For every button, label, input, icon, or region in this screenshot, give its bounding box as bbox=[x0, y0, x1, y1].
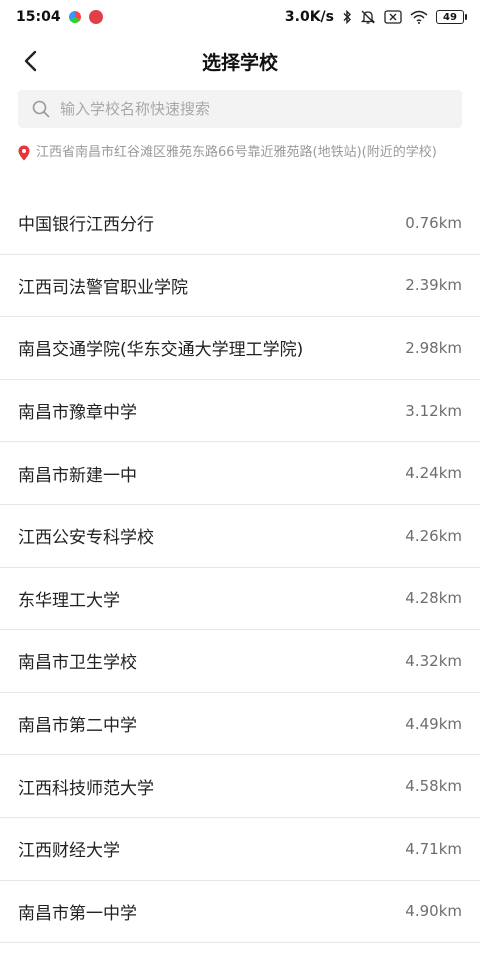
battery-indicator: 49 bbox=[436, 10, 467, 24]
status-time: 15:04 bbox=[16, 9, 61, 25]
school-name: 南昌交通学院(华东交通大学理工学院) bbox=[18, 340, 304, 361]
school-name: 江西财经大学 bbox=[18, 841, 120, 862]
school-name: 江西公安专科学校 bbox=[18, 528, 154, 549]
school-distance: 4.58km bbox=[405, 777, 462, 796]
school-distance: 0.76km bbox=[405, 213, 462, 232]
school-name: 东华理工大学 bbox=[18, 590, 120, 611]
app-notification-icon bbox=[68, 11, 81, 23]
status-right: 3.0K/s 49 bbox=[284, 9, 467, 25]
school-list-item[interactable]: 南昌市卫生学校 4.32km bbox=[0, 630, 480, 693]
sim-off-icon bbox=[384, 9, 402, 25]
school-distance: 4.71km bbox=[405, 839, 462, 858]
school-distance: 4.49km bbox=[405, 714, 462, 733]
page-header: 选择学校 bbox=[0, 34, 480, 88]
wifi-icon bbox=[410, 9, 428, 25]
mute-bell-icon bbox=[360, 9, 376, 25]
school-name: 南昌市新建一中 bbox=[18, 465, 137, 486]
school-distance: 4.26km bbox=[405, 526, 462, 545]
school-name: 南昌市豫章中学 bbox=[18, 403, 137, 424]
school-list-item[interactable]: 南昌市豫章中学 3.12km bbox=[0, 380, 480, 443]
school-distance: 4.90km bbox=[405, 902, 462, 921]
school-distance: 3.12km bbox=[405, 401, 462, 420]
search-bar[interactable] bbox=[18, 90, 462, 128]
school-list: 中国银行江西分行 0.76km 江西司法警官职业学院 2.39km 南昌交通学院(华东交… bbox=[0, 192, 480, 944]
school-list-item[interactable]: 江西科技师范大学 4.58km bbox=[0, 755, 480, 818]
app-notification-icon bbox=[88, 10, 103, 24]
school-distance: 4.32km bbox=[405, 651, 462, 670]
location-text: 江西省南昌市红谷滩区雅苑东路66号靠近雅苑路(地铁站)(附近的学校) bbox=[36, 145, 437, 160]
back-button[interactable] bbox=[14, 44, 46, 78]
school-distance: 4.24km bbox=[405, 464, 462, 483]
status-bar: 15:04 3.0K/s 49 bbox=[0, 0, 480, 34]
network-speed: 3.0K/s bbox=[284, 9, 334, 25]
location-pin-icon bbox=[18, 145, 30, 165]
school-list-item[interactable]: 东华理工大学 4.28km bbox=[0, 568, 480, 631]
school-list-item[interactable]: 南昌市第二中学 4.49km bbox=[0, 693, 480, 756]
school-list-item[interactable]: 江西司法警官职业学院 2.39km bbox=[0, 255, 480, 318]
bluetooth-icon bbox=[342, 9, 352, 25]
school-list-item[interactable]: 江西财经大学 4.71km bbox=[0, 818, 480, 881]
school-name: 江西司法警官职业学院 bbox=[18, 277, 188, 298]
school-list-item[interactable]: 中国银行江西分行 0.76km bbox=[0, 192, 480, 255]
school-name: 中国银行江西分行 bbox=[18, 215, 154, 236]
school-name: 南昌市第一中学 bbox=[18, 903, 137, 924]
school-name: 南昌市卫生学校 bbox=[18, 653, 137, 674]
school-name: 南昌市第二中学 bbox=[18, 716, 137, 737]
search-input[interactable] bbox=[60, 100, 448, 118]
school-distance: 4.28km bbox=[405, 589, 462, 608]
school-distance: 2.98km bbox=[405, 338, 462, 357]
school-distance: 2.39km bbox=[405, 276, 462, 295]
school-list-item[interactable]: 南昌交通学院(华东交通大学理工学院) 2.98km bbox=[0, 317, 480, 380]
current-location: 江西省南昌市红谷滩区雅苑东路66号靠近雅苑路(地铁站)(附近的学校) bbox=[18, 143, 462, 165]
search-icon bbox=[32, 100, 50, 118]
school-list-item[interactable]: 南昌市新建一中 4.24km bbox=[0, 442, 480, 505]
school-list-item[interactable]: 南昌市第一中学 4.90km bbox=[0, 881, 480, 944]
status-left: 15:04 bbox=[16, 9, 103, 25]
school-list-item[interactable]: 江西公安专科学校 4.26km bbox=[0, 505, 480, 568]
page-title: 选择学校 bbox=[201, 51, 278, 74]
chevron-left-icon bbox=[24, 50, 37, 72]
school-name: 江西科技师范大学 bbox=[18, 778, 154, 799]
